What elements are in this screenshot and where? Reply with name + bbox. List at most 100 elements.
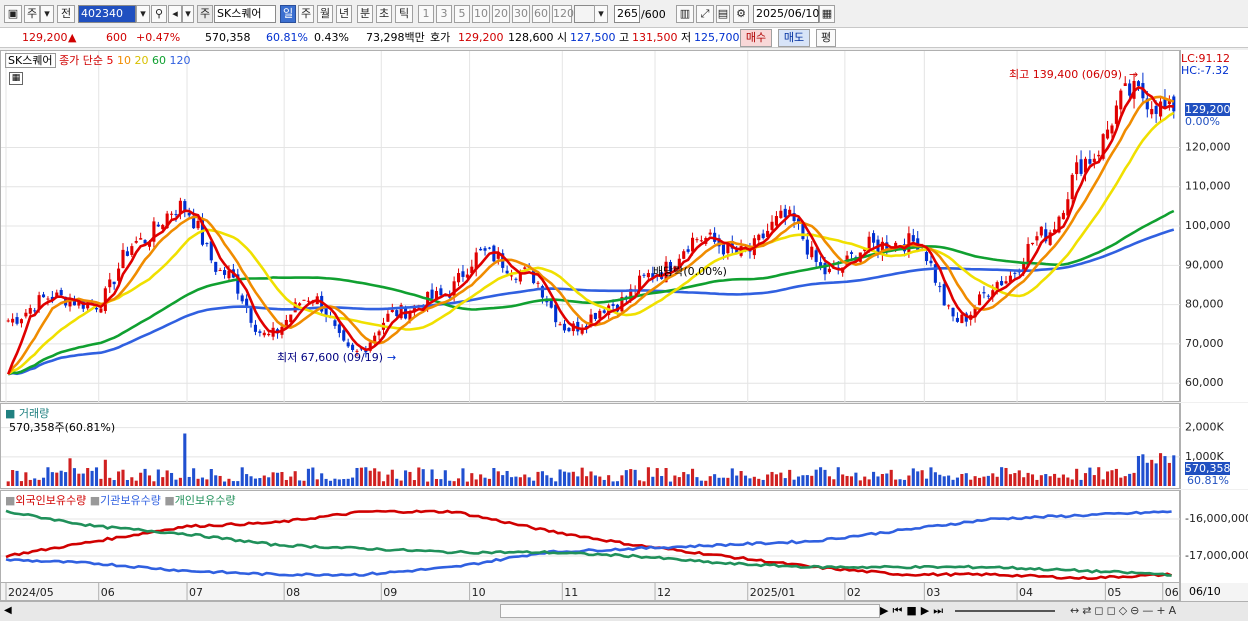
code-dropdown-icon[interactable]: ▾	[136, 5, 150, 23]
price-chart[interactable]: 최고 139,400 (06/09) → 최저 67,600 (09/19) → 배당락…	[1, 51, 1181, 403]
volume-bar	[827, 476, 831, 486]
volume-bar	[708, 476, 712, 486]
scroll-left-icon[interactable]: ◀	[4, 605, 12, 616]
candle-body	[986, 295, 990, 297]
volume-bar	[408, 471, 412, 486]
y-tick-label: 120,000	[1185, 140, 1231, 153]
period-day[interactable]: 일	[280, 5, 296, 23]
search-icon[interactable]: ⚲	[151, 5, 167, 23]
volume-bar	[867, 479, 871, 486]
interval-120[interactable]: 120	[552, 5, 574, 23]
ma-legend-prefix: 종가 단순	[59, 54, 104, 67]
interval-1[interactable]: 1	[418, 5, 434, 23]
speaker-menu-icon[interactable]: ▾	[182, 5, 194, 23]
stock-code-input[interactable]: 402340	[78, 5, 136, 23]
volume-bar	[289, 476, 293, 486]
period-week[interactable]: 주	[298, 5, 314, 23]
date-input[interactable]: 2025/06/10	[753, 5, 819, 23]
volume-bar	[192, 468, 196, 486]
ma-legend-10: 10	[117, 54, 132, 67]
layout-icon[interactable]: ▣	[4, 5, 22, 23]
interval-dropdown-icon[interactable]: ▾	[594, 5, 608, 23]
volume-bar	[421, 469, 425, 486]
sell-button[interactable]: 매도	[778, 29, 810, 47]
table-icon[interactable]: ▦	[9, 72, 23, 85]
volume-bar	[571, 471, 575, 486]
volume-bar	[960, 473, 964, 486]
gear-icon[interactable]: ⚙	[733, 5, 749, 23]
volume-bar	[691, 468, 695, 486]
x-tick-label: 05	[1107, 586, 1121, 599]
candle-body	[457, 273, 461, 283]
x-tick-label: 06	[1165, 586, 1179, 599]
volume-panel[interactable]: ■ 거래량 570,358주(60.81%)	[0, 403, 1181, 490]
volume-bar	[682, 472, 686, 486]
interval-20[interactable]: 20	[492, 5, 510, 23]
candle-body	[112, 281, 116, 285]
x-tick-label: 03	[926, 586, 940, 599]
volume-bar	[629, 469, 633, 486]
candle-body	[942, 284, 946, 306]
volume-bar	[139, 472, 143, 486]
interval-60[interactable]: 60	[532, 5, 550, 23]
ma-line-10	[7, 95, 1175, 375]
volume-bar	[819, 467, 823, 486]
candle-body	[646, 272, 650, 278]
volume-bar	[284, 479, 288, 486]
prev-button[interactable]: 전	[57, 5, 75, 23]
volume-bar	[880, 474, 884, 486]
period-minute[interactable]: 분	[357, 5, 373, 23]
zoom-controls[interactable]: ↔⇄◻◻◇⊖—+A	[1070, 604, 1179, 617]
count-input[interactable]: 265	[614, 5, 640, 23]
volume-bar	[973, 476, 977, 486]
calendar-icon[interactable]: ▦	[819, 5, 835, 23]
volume-bar	[920, 470, 924, 486]
interval-30[interactable]: 30	[512, 5, 530, 23]
chevron-down-icon[interactable]: ▾	[40, 5, 54, 23]
crosshair-icon[interactable]: ⤢	[696, 5, 714, 23]
volume-bar	[275, 472, 280, 486]
candle-body	[814, 250, 818, 262]
volume-bar	[24, 472, 28, 486]
interval-5[interactable]: 5	[454, 5, 470, 23]
save-icon[interactable]: ▤	[716, 5, 730, 23]
period-year[interactable]: 년	[336, 5, 352, 23]
volume-bar	[90, 470, 94, 486]
volume-bar	[832, 479, 836, 486]
speaker-icon[interactable]: ◂	[168, 5, 182, 23]
interval-3[interactable]: 3	[436, 5, 452, 23]
buy-button[interactable]: 매수	[740, 29, 772, 47]
volume-bar	[527, 477, 531, 486]
volume-bar	[916, 471, 920, 486]
candle-type-icon[interactable]: ▥	[676, 5, 694, 23]
period-second[interactable]: 초	[376, 5, 392, 23]
volume-bar	[1035, 479, 1039, 486]
candle-body	[108, 279, 112, 288]
eval-button[interactable]: 평	[816, 29, 836, 47]
period-tick[interactable]: 틱	[395, 5, 413, 23]
interval-10[interactable]: 10	[472, 5, 490, 23]
ma-legend-60: 60	[152, 54, 167, 67]
scroll-thumb[interactable]	[500, 604, 880, 618]
market-button[interactable]: 주	[24, 5, 40, 23]
zoom-slider[interactable]	[955, 610, 1055, 612]
period-month[interactable]: 월	[317, 5, 333, 23]
stock-name-field[interactable]: SK스퀘어	[214, 5, 276, 23]
volume-bar	[589, 471, 593, 486]
volume-bar	[81, 473, 85, 486]
quote-bar: 129,200 ▲ 600 +0.47% 570,358 60.81% 0.43…	[0, 28, 1248, 48]
volume-bar	[359, 467, 363, 486]
volume-bar	[505, 470, 509, 486]
volume-chart[interactable]	[1, 404, 1181, 490]
volume-bar	[1070, 479, 1074, 486]
playback-controls[interactable]: ▶⏮■▶⏭	[880, 604, 947, 618]
volume-bar	[143, 468, 147, 486]
scrollbar[interactable]: ◀ ▶⏮■▶⏭ ↔⇄◻◻◇⊖—+A	[0, 601, 1248, 621]
candle-body	[827, 268, 831, 273]
volume-bar	[713, 474, 717, 486]
ma-line-20	[7, 111, 1175, 376]
volume-bar	[664, 468, 668, 486]
volume-bar	[788, 469, 792, 486]
investor-panel[interactable]: ■외국인보유수량 ■기관보유수량 ■개인보유수량	[0, 490, 1181, 583]
price-chart-panel[interactable]: 최고 139,400 (06/09) → 최저 67,600 (09/19) → 배당락…	[0, 50, 1181, 403]
